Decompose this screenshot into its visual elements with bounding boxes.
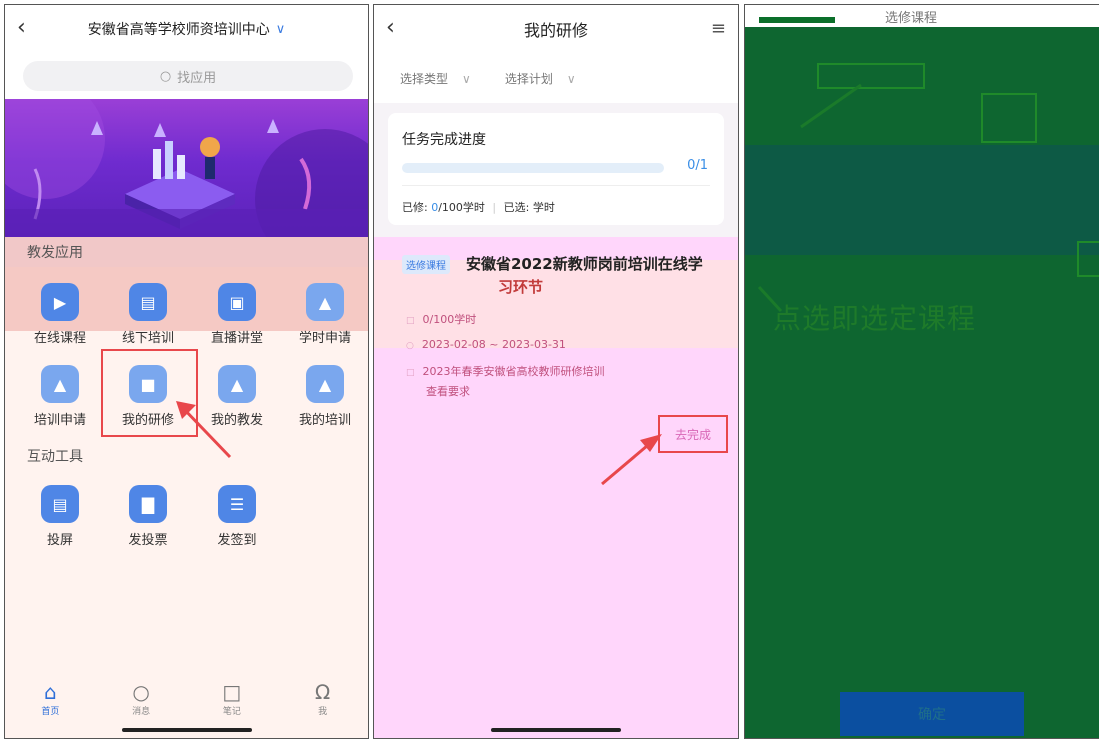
page-title: 我的研修 xyxy=(523,21,588,40)
person-icon: ▲ xyxy=(41,365,79,403)
annotation-arrow-icon xyxy=(800,83,862,129)
home-icon: ⌂ xyxy=(44,680,57,704)
highlight-box xyxy=(1077,241,1099,277)
section-title-hudong: 互动工具 xyxy=(27,449,83,465)
progress-card: 任务完成进度 0/1 已修: 0/100学时 | 已选: 学时 xyxy=(388,113,724,225)
course-type-badge: 选修课程 xyxy=(402,255,450,274)
tab-label: 首页 xyxy=(41,707,60,717)
app-online-course[interactable]: ▶ 在线课程 xyxy=(20,283,100,346)
search-placeholder: 找应用 xyxy=(177,70,217,86)
back-icon[interactable] xyxy=(759,17,835,23)
home-indicator xyxy=(121,728,252,732)
tool-vote[interactable]: ▇ 发投票 xyxy=(108,485,188,548)
app-live-lecture[interactable]: ▣ 直播讲堂 xyxy=(197,283,277,346)
filter-plan-dropdown[interactable]: 选择计划 ∨ xyxy=(505,70,576,87)
search-input[interactable]: ○ 找应用 xyxy=(23,61,353,91)
tool-screen-cast[interactable]: ▤ 投屏 xyxy=(20,485,100,548)
tool-label: 投屏 xyxy=(46,533,73,548)
tv-icon: ▣ xyxy=(218,283,256,321)
user-icon: Ω xyxy=(314,680,331,704)
person-icon: ▲ xyxy=(306,283,344,321)
app-label: 直播讲堂 xyxy=(210,331,263,346)
menu-icon[interactable]: ≡ xyxy=(711,18,726,39)
elective-course-panel: 选修课程 点选即选定课程 确定 xyxy=(744,4,1099,739)
checklist-icon: ☰ xyxy=(218,485,256,523)
app-label: 在线课程 xyxy=(33,331,86,346)
divider xyxy=(402,185,710,186)
stats-separator: | xyxy=(492,201,497,214)
tab-me[interactable]: Ω 我 xyxy=(277,672,368,738)
bar-chart-icon: ▇ xyxy=(129,485,167,523)
app-offline-training[interactable]: ▤ 线下培训 xyxy=(108,283,188,346)
confirm-button[interactable]: 确定 xyxy=(840,692,1024,736)
banner-image[interactable] xyxy=(5,99,368,239)
filter-type-dropdown[interactable]: 选择类型 ∨ xyxy=(400,70,471,87)
progress-text: 0/1 xyxy=(687,158,708,173)
folder-icon: □ xyxy=(406,368,415,378)
stats-selected: 已选: 学时 xyxy=(503,201,555,214)
course-hours: □ 0/100学时 xyxy=(406,311,476,327)
banner-illustration xyxy=(5,99,368,239)
cast-icon: ▤ xyxy=(41,485,79,523)
app-label: 学时申请 xyxy=(298,331,351,346)
page-title: 选修课程 xyxy=(885,11,938,26)
person-icon: ▲ xyxy=(306,365,344,403)
chat-icon: ○ xyxy=(132,680,150,704)
app-my-training[interactable]: ▲ 我的培训 xyxy=(285,365,365,428)
progress-title: 任务完成进度 xyxy=(402,132,486,148)
highlight-box xyxy=(981,93,1037,143)
section-title-jiaofa: 教发应用 xyxy=(5,237,368,267)
date-text: 2023-02-08 ~ 2023-03-31 xyxy=(421,338,566,351)
filter-bar: 选择类型 ∨ 选择计划 ∨ xyxy=(374,53,738,103)
select-hint: 点选即选定课程 xyxy=(773,302,977,335)
tab-label: 消息 xyxy=(132,707,151,717)
top-bar: ‹ 安徽省高等学校师资培训中心 ∨ xyxy=(5,5,368,53)
top-bar: ‹ 我的研修 ≡ xyxy=(374,5,738,53)
home-screen-panel: ‹ 安徽省高等学校师资培训中心 ∨ ○ 找应用 教发应用 ▶ 在线课程 ▤ 线下… xyxy=(4,4,369,739)
back-icon[interactable]: ‹ xyxy=(17,15,26,40)
app-label: 我的培训 xyxy=(298,413,351,428)
page-title: 安徽省高等学校师资培训中心 xyxy=(87,22,270,38)
progress-bar xyxy=(402,163,664,173)
search-area: ○ 找应用 xyxy=(5,53,368,99)
filter-label: 选择计划 xyxy=(504,71,553,86)
chevron-down-icon: ∨ xyxy=(566,71,576,86)
hours-text: 0/100学时 xyxy=(422,313,477,326)
course-dates: ○ 2023-02-08 ~ 2023-03-31 xyxy=(406,338,566,351)
clock-icon: ○ xyxy=(406,341,414,351)
view-requirements-link[interactable]: 查看要求 xyxy=(426,383,470,399)
app-label: 培训申请 xyxy=(33,413,86,428)
search-icon: ○ xyxy=(159,68,172,84)
home-indicator xyxy=(491,728,621,732)
chevron-down-icon: ∨ xyxy=(462,71,471,86)
go-complete-button[interactable]: 去完成 xyxy=(658,415,728,453)
my-study-panel: ‹ 我的研修 ≡ 选择类型 ∨ 选择计划 ∨ 任务完成进度 0/1 已修: 0/10… xyxy=(373,4,739,739)
app-label: 线下培训 xyxy=(121,331,174,346)
back-icon[interactable]: ‹ xyxy=(386,15,395,40)
annotation-arrow-icon xyxy=(601,434,662,486)
filter-label: 选择类型 xyxy=(400,71,449,86)
tool-label: 发投票 xyxy=(128,533,168,548)
study-stats: 已修: 0/100学时 | 已选: 学时 xyxy=(402,199,555,215)
app-hour-apply[interactable]: ▲ 学时申请 xyxy=(285,283,365,346)
tab-home[interactable]: ⌂ 首页 xyxy=(5,672,96,738)
play-icon: ▶ xyxy=(41,283,79,321)
app-training-apply[interactable]: ▲ 培训申请 xyxy=(20,365,100,428)
course-title[interactable]: 安徽省2022新教师岗前培训在线学 xyxy=(466,252,716,276)
chevron-down-icon[interactable]: ∨ xyxy=(276,22,286,37)
edit-icon: □ xyxy=(222,680,242,704)
tab-label: 我 xyxy=(318,707,328,717)
tool-sign-in[interactable]: ☰ 发签到 xyxy=(197,485,277,548)
course-program: □ 2023年春季安徽省高校教师研修培训 xyxy=(406,363,605,379)
hours-icon: □ xyxy=(406,316,415,326)
tool-label: 发签到 xyxy=(217,533,257,548)
board-icon: ▤ xyxy=(129,283,167,321)
course-list-band[interactable] xyxy=(745,145,1099,255)
program-text: 2023年春季安徽省高校教师研修培训 xyxy=(422,365,605,378)
stats-label: 已修: xyxy=(402,201,428,214)
course-title-line2[interactable]: 习环节 xyxy=(498,276,543,297)
stats-unit: /100学时 xyxy=(438,201,485,214)
tab-label: 笔记 xyxy=(222,707,241,717)
